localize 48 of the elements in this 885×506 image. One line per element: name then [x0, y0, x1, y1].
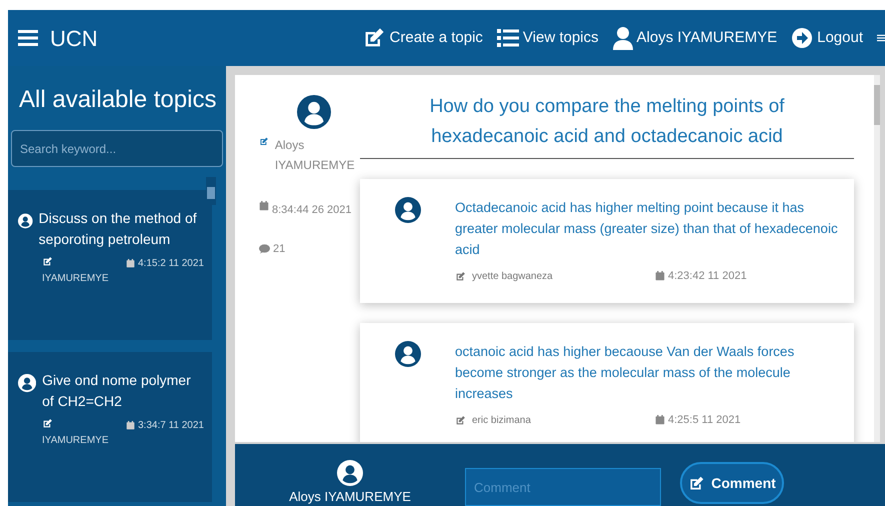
- answer-text: Octadecanoic acid has higher melting point because it has greater molecular mass (greater size) than that of hexadecenoic acid: [455, 199, 838, 259]
- menu-icon[interactable]: [18, 29, 38, 47]
- edit-icon: [42, 418, 53, 429]
- answer-text: octanoic acid has higher becaouse Van der Waals forces become stronger as the molecular mass of the molecule increases: [455, 343, 796, 403]
- user-name: Aloys IYAMUREMYE: [289, 488, 411, 506]
- calendar-icon: [126, 259, 135, 268]
- list-icon: [496, 28, 519, 48]
- brand-name[interactable]: UCN: [50, 22, 98, 54]
- topic-date: 3:34:7 11 2021: [138, 419, 204, 433]
- topic-author: IYAMUREMYE: [42, 434, 108, 448]
- topic-date: 8:34:44 26 2021: [272, 203, 352, 218]
- sidebar-title: All available topics: [18, 85, 218, 115]
- topic-date: 4:15:2 11 2021: [138, 257, 204, 271]
- topic-card[interactable]: Give ond nome polymer of CH2=CH2 IYAMUREMYE 3:34:7 11 2021: [8, 352, 212, 502]
- edit-icon: [688, 474, 706, 492]
- topic-title[interactable]: Discuss on the method of seporoting petroleum: [38, 208, 204, 250]
- answer-date: 4:25:5 11 2021: [668, 413, 741, 428]
- comment-icon: [259, 244, 270, 254]
- calendar-icon: [655, 271, 665, 282]
- topic-title[interactable]: Give ond nome polymer of CH2=CH2: [42, 370, 204, 412]
- calendar-icon: [126, 421, 135, 430]
- topic-title: How do you compare the melting points of hexadecanoic acid and octadecanoic acid: [428, 95, 786, 149]
- edit-icon: [455, 270, 466, 282]
- calendar-icon: [259, 201, 269, 211]
- comment-count: 21: [273, 242, 286, 257]
- topic-author: IYAMUREMYE: [42, 272, 108, 286]
- comment-field[interactable]: Comment: [465, 468, 661, 506]
- author-avatar: [296, 95, 330, 129]
- user-icon: [612, 26, 633, 50]
- edit-icon: [42, 256, 53, 267]
- nav-link[interactable]: Aloys IYAMUREMYE: [612, 26, 778, 50]
- search-field[interactable]: Search keyword...: [11, 130, 223, 167]
- edit-icon: [455, 414, 466, 426]
- user-avatar: [337, 460, 363, 486]
- nav-link[interactable]: View topics: [496, 26, 599, 50]
- answer-author: yvette bagwaneza: [472, 270, 553, 284]
- edit-icon: [259, 135, 269, 148]
- answer-avatar: [394, 197, 420, 223]
- author-name: Aloys IYAMUREMYE: [274, 137, 356, 174]
- answer-avatar: [394, 341, 420, 367]
- nav-link[interactable]: Logout: [791, 26, 863, 50]
- answer-author: eric bizimana: [472, 414, 531, 428]
- answer-date: 4:23:42 11 2021: [668, 269, 747, 284]
- comment-button[interactable]: Comment: [680, 462, 784, 504]
- nav-link[interactable]: Create a topic: [362, 26, 483, 50]
- arrow-circle-icon: [791, 27, 814, 49]
- calendar-icon: [655, 415, 665, 426]
- topic-card[interactable]: Discuss on the method of seporoting petroleum IYAMUREMYE 4:15:2 11 2021: [8, 190, 212, 340]
